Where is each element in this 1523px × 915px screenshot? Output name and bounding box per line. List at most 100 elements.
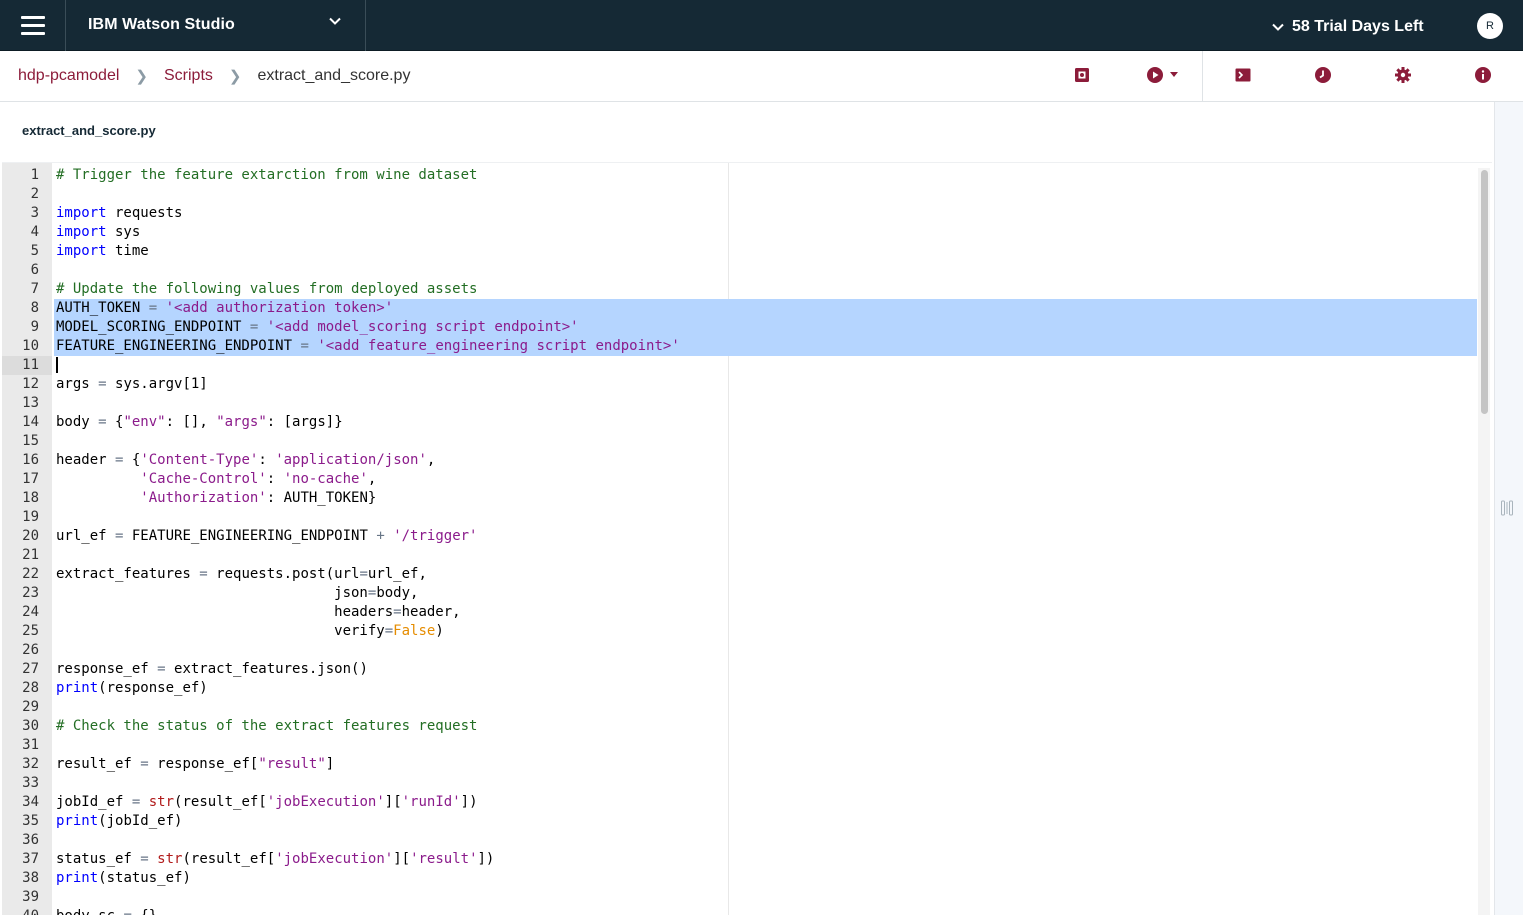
code-text[interactable]: print(response_ef) [56, 679, 208, 698]
code-line[interactable]: 2 [2, 185, 1478, 204]
code-text[interactable]: json=body, [56, 584, 418, 603]
code-line[interactable]: 24 headers=header, [2, 603, 1478, 622]
hamburger-menu-icon[interactable] [0, 0, 66, 51]
editor-vertical-scrollbar[interactable] [1478, 168, 1490, 915]
code-text[interactable]: import time [56, 242, 149, 261]
code-line[interactable]: 3 import requests [2, 204, 1478, 223]
line-number: 29 [22, 699, 39, 715]
panel-resize-handle-icon[interactable] [1499, 498, 1515, 518]
code-text[interactable]: extract_features = requests.post(url=url… [56, 565, 427, 584]
code-text[interactable]: body_sc = {} [56, 907, 157, 915]
line-number: 28 [22, 680, 39, 696]
code-line[interactable]: 26 [2, 641, 1478, 660]
code-text[interactable]: # Trigger the feature extarction from wi… [56, 166, 477, 185]
code-editor[interactable]: 1 # Trigger the feature extarction from w… [2, 162, 1492, 915]
trial-days-dropdown[interactable]: 58 Trial Days Left [1272, 16, 1424, 38]
code-line[interactable]: 15 [2, 432, 1478, 451]
code-line[interactable]: 16 header = {'Content-Type': 'application… [2, 451, 1478, 470]
code-lines[interactable]: 1 # Trigger the feature extarction from w… [2, 166, 1478, 915]
code-line[interactable]: 39 [2, 888, 1478, 907]
code-line[interactable]: 30 # Check the status of the extract feat… [2, 717, 1478, 736]
line-number: 9 [30, 319, 39, 335]
line-number: 23 [22, 585, 39, 601]
line-number: 32 [22, 756, 39, 772]
top-navigation-bar: IBM Watson Studio 58 Trial Days Left R [0, 0, 1523, 51]
code-line[interactable]: 18 'Authorization': AUTH_TOKEN} [2, 489, 1478, 508]
code-line[interactable]: 28 print(response_ef) [2, 679, 1478, 698]
breadcrumb-scripts-link[interactable]: Scripts [164, 67, 213, 85]
code-text[interactable]: FEATURE_ENGINEERING_ENDPOINT = '<add fea… [56, 337, 680, 356]
terminal-icon[interactable] [1234, 66, 1252, 84]
line-number: 33 [22, 775, 39, 791]
code-line[interactable]: 32 result_ef = response_ef["result"] [2, 755, 1478, 774]
scrollbar-thumb[interactable] [1481, 170, 1488, 414]
line-number: 14 [22, 414, 39, 430]
save-version-icon[interactable] [1073, 66, 1091, 84]
code-text[interactable]: # Check the status of the extract featur… [56, 717, 477, 736]
line-number: 26 [22, 642, 39, 658]
code-text[interactable]: print(status_ef) [56, 869, 191, 888]
code-line[interactable]: 4 import sys [2, 223, 1478, 242]
settings-icon[interactable] [1394, 66, 1412, 84]
code-text[interactable]: print(jobId_ef) [56, 812, 182, 831]
line-number: 40 [2, 907, 39, 915]
breadcrumb-project-link[interactable]: hdp-pcamodel [18, 67, 119, 85]
code-line[interactable]: 38 print(status_ef) [2, 869, 1478, 888]
code-line[interactable]: 19 [2, 508, 1478, 527]
code-line[interactable]: 31 [2, 736, 1478, 755]
code-text[interactable]: AUTH_TOKEN = '<add authorization token>' [56, 299, 393, 318]
code-line[interactable]: 14 body = {"env": [], "args": [args]} [2, 413, 1478, 432]
product-switcher[interactable]: IBM Watson Studio [66, 0, 366, 51]
run-options-caret-icon[interactable] [1170, 72, 1178, 78]
code-text[interactable]: response_ef = extract_features.json() [56, 660, 368, 679]
code-text[interactable]: url_ef = FEATURE_ENGINEERING_ENDPOINT + … [56, 527, 478, 546]
code-text[interactable]: status_ef = str(result_ef['jobExecution'… [56, 850, 494, 869]
code-text[interactable]: # Update the following values from deplo… [56, 280, 477, 299]
code-line[interactable]: 23 json=body, [2, 584, 1478, 603]
code-text[interactable]: header = {'Content-Type': 'application/j… [56, 451, 435, 470]
code-line[interactable]: 29 [2, 698, 1478, 717]
code-text[interactable]: import requests [56, 204, 182, 223]
code-line[interactable]: 1 # Trigger the feature extarction from w… [2, 166, 1478, 185]
code-line[interactable]: 20 url_ef = FEATURE_ENGINEERING_ENDPOINT … [2, 527, 1478, 546]
line-number: 27 [22, 661, 39, 677]
code-line[interactable]: 8 AUTH_TOKEN = '<add authorization token>… [2, 299, 1478, 318]
code-text[interactable]: MODEL_SCORING_ENDPOINT = '<add model_sco… [56, 318, 579, 337]
code-line[interactable]: 35 print(jobId_ef) [2, 812, 1478, 831]
code-line[interactable]: 5 import time [2, 242, 1478, 261]
code-text[interactable]: 'Authorization': AUTH_TOKEN} [56, 489, 376, 508]
code-line[interactable]: 36 [2, 831, 1478, 850]
code-text[interactable]: headers=header, [56, 603, 460, 622]
code-line[interactable]: 17 'Cache-Control': 'no-cache', [2, 470, 1478, 489]
code-text[interactable]: args = sys.argv[1] [56, 375, 208, 394]
code-line[interactable]: 33 [2, 774, 1478, 793]
code-text[interactable]: import sys [56, 223, 140, 242]
code-line[interactable]: 10 FEATURE_ENGINEERING_ENDPOINT = '<add f… [2, 337, 1478, 356]
line-number: 34 [22, 794, 39, 810]
code-text[interactable]: body = {"env": [], "args": [args]} [56, 413, 343, 432]
code-line[interactable]: 13 [2, 394, 1478, 413]
code-text[interactable]: result_ef = response_ef["result"] [56, 755, 334, 774]
code-line[interactable]: 6 [2, 261, 1478, 280]
code-line[interactable]: 25 verify=False) [2, 622, 1478, 641]
line-number: 1 [30, 167, 39, 183]
code-line[interactable]: 27 response_ef = extract_features.json() [2, 660, 1478, 679]
code-line[interactable]: 37 status_ef = str(result_ef['jobExecutio… [2, 850, 1478, 869]
line-number: 11 [22, 357, 39, 373]
line-number: 13 [22, 395, 39, 411]
code-line[interactable]: 9 MODEL_SCORING_ENDPOINT = '<add model_sc… [2, 318, 1478, 337]
run-icon[interactable] [1146, 66, 1164, 84]
code-line[interactable]: 7 # Update the following values from depl… [2, 280, 1478, 299]
code-line[interactable]: 21 [2, 546, 1478, 565]
code-line[interactable]: 22 extract_features = requests.post(url=u… [2, 565, 1478, 584]
code-line[interactable]: 40 body_sc = {} [2, 907, 1478, 915]
code-text[interactable]: 'Cache-Control': 'no-cache', [56, 470, 376, 489]
user-avatar[interactable]: R [1477, 13, 1503, 39]
code-text[interactable]: verify=False) [56, 622, 444, 641]
code-line[interactable]: 11 [2, 356, 1478, 375]
code-line[interactable]: 34 jobId_ef = str(result_ef['jobExecution… [2, 793, 1478, 812]
code-line[interactable]: 12 args = sys.argv[1] [2, 375, 1478, 394]
info-icon[interactable] [1474, 66, 1492, 84]
code-text[interactable]: jobId_ef = str(result_ef['jobExecution']… [56, 793, 478, 812]
history-icon[interactable] [1314, 66, 1332, 84]
